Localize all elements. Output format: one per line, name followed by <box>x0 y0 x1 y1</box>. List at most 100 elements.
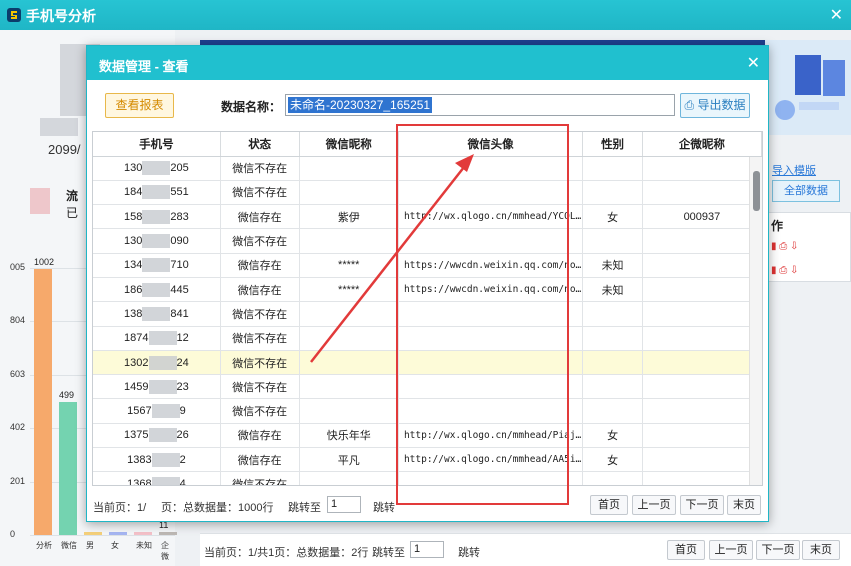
status-cell: 微信不存在 <box>220 326 300 351</box>
column-header[interactable]: 企微昵称 <box>642 132 762 157</box>
status-cell: 微信存在 <box>220 204 300 230</box>
phone-prefix: 1375 <box>124 429 149 442</box>
row-action-icons[interactable]: ▮ ⎙ ⇩ <box>771 265 798 276</box>
dialog-first-page-button[interactable]: 首页 <box>590 495 628 515</box>
y-tick-label: 005 <box>10 262 26 272</box>
date-text: 2099/ <box>48 142 81 157</box>
row-action-icons[interactable]: ▮ ⎙ ⇩ <box>771 241 798 252</box>
phone-mask <box>142 185 171 200</box>
phone-suffix: 090 <box>170 234 189 247</box>
dialog-next-page-button[interactable]: 下一页 <box>680 495 724 515</box>
vertical-scrollbar[interactable] <box>749 157 762 485</box>
column-header[interactable]: 性别 <box>582 132 643 157</box>
export-icon: ⎙ <box>684 98 695 112</box>
work-wechat-nick-cell <box>642 301 762 327</box>
x-tick-label: 未知 <box>136 541 152 550</box>
phone-suffix: 710 <box>170 259 189 272</box>
phone-suffix: 9 <box>179 405 186 418</box>
phone-prefix: 1567 <box>127 405 152 418</box>
phone-cell: 184 551 <box>93 180 221 206</box>
column-header[interactable]: 微信昵称 <box>299 132 399 157</box>
main-last-page-button[interactable]: 末页 <box>802 540 840 560</box>
gridline <box>30 535 175 536</box>
phone-cell: 1302 24 <box>93 350 221 376</box>
phone-cell: 138 841 <box>93 301 221 327</box>
main-jump-input[interactable]: 1 <box>410 541 444 558</box>
phone-mask <box>142 282 171 297</box>
export-label: 导出数据 <box>697 98 746 112</box>
status-cell: 微信不存在 <box>220 156 300 181</box>
nickname-cell <box>299 374 399 400</box>
phone-suffix: 23 <box>176 380 189 393</box>
phone-suffix: 841 <box>170 307 189 320</box>
name-blur <box>40 118 78 136</box>
annotation-highlight-box <box>396 124 569 505</box>
phone-mask <box>148 331 177 346</box>
phone-cell: 134 710 <box>93 253 221 278</box>
column-header[interactable]: 状态 <box>220 132 300 157</box>
export-data-button[interactable]: ⎙ 导出数据 <box>680 93 750 118</box>
phone-cell: 1459 23 <box>93 374 221 400</box>
gender-cell <box>582 228 643 254</box>
main-jump-button[interactable]: 跳转 <box>458 544 480 560</box>
phone-prefix: 134 <box>124 259 143 272</box>
nickname-cell: 平凡 <box>299 447 399 473</box>
work-wechat-nick-cell <box>642 350 762 376</box>
dialog-jump-button[interactable]: 跳转 <box>373 499 395 515</box>
bar[interactable] <box>134 532 152 535</box>
phone-cell: 186 445 <box>93 277 221 303</box>
nickname-cell: 紫伊 <box>299 204 399 230</box>
nickname-cell <box>299 228 399 254</box>
view-report-button[interactable]: 查看报表 <box>105 93 174 118</box>
dialog-page-info-b: 页：总数据量：1000行 <box>161 502 274 514</box>
nickname-cell <box>299 350 399 376</box>
main-prev-page-button[interactable]: 上一页 <box>709 540 753 560</box>
column-header[interactable]: 手机号 <box>93 132 221 157</box>
gender-cell: 未知 <box>582 277 643 303</box>
all-data-button[interactable]: 全部数据 <box>772 180 840 202</box>
gender-cell <box>582 350 643 376</box>
phone-suffix: 445 <box>170 283 189 296</box>
x-tick-label: 女 <box>111 541 119 550</box>
gender-cell: 未知 <box>582 253 643 278</box>
import-template-link[interactable]: 导入模版 <box>772 162 816 178</box>
phone-mask <box>142 258 171 273</box>
dialog-page-info-a: 当前页：1/ <box>93 502 147 514</box>
dialog-prev-page-button[interactable]: 上一页 <box>632 495 676 515</box>
gender-cell <box>582 398 643 424</box>
phone-mask <box>142 306 171 321</box>
phone-mask <box>151 452 180 467</box>
dialog-close-icon[interactable]: ✕ <box>747 53 760 73</box>
nickname-cell <box>299 156 399 181</box>
phone-prefix: 186 <box>124 283 143 296</box>
bar[interactable] <box>109 532 127 535</box>
status-cell: 微信不存在 <box>220 398 300 424</box>
app-close-icon[interactable]: ✕ <box>830 5 843 25</box>
work-wechat-nick-cell <box>642 228 762 254</box>
dialog-last-page-button[interactable]: 末页 <box>727 495 761 515</box>
gender-cell <box>582 156 643 181</box>
work-wechat-nick-cell <box>642 447 762 473</box>
phone-suffix: 283 <box>170 210 189 223</box>
bar[interactable] <box>34 268 52 535</box>
phone-prefix: 1383 <box>127 453 152 466</box>
nickname-cell <box>299 301 399 327</box>
banner-illustration <box>765 40 851 135</box>
main-jump-label: 跳转至 <box>372 547 405 559</box>
work-wechat-nick-cell <box>642 253 762 278</box>
bar[interactable] <box>59 402 77 535</box>
bar[interactable] <box>159 532 177 535</box>
nickname-cell <box>299 398 399 424</box>
main-next-page-button[interactable]: 下一页 <box>756 540 800 560</box>
phone-prefix: 138 <box>124 307 143 320</box>
work-wechat-nick-cell <box>642 326 762 351</box>
main-first-page-button[interactable]: 首页 <box>667 540 705 560</box>
nickname-cell: ***** <box>299 277 399 303</box>
phone-mask <box>148 355 177 370</box>
phone-prefix: 1368 <box>127 477 152 486</box>
app-titlebar: 手机号分析 ✕ <box>0 0 851 30</box>
dialog-jump-input[interactable]: 1 <box>327 496 361 513</box>
scrollbar-thumb[interactable] <box>753 171 760 211</box>
bar[interactable] <box>84 532 102 535</box>
data-name-input[interactable]: 未命名-20230327_165251 <box>285 94 675 116</box>
